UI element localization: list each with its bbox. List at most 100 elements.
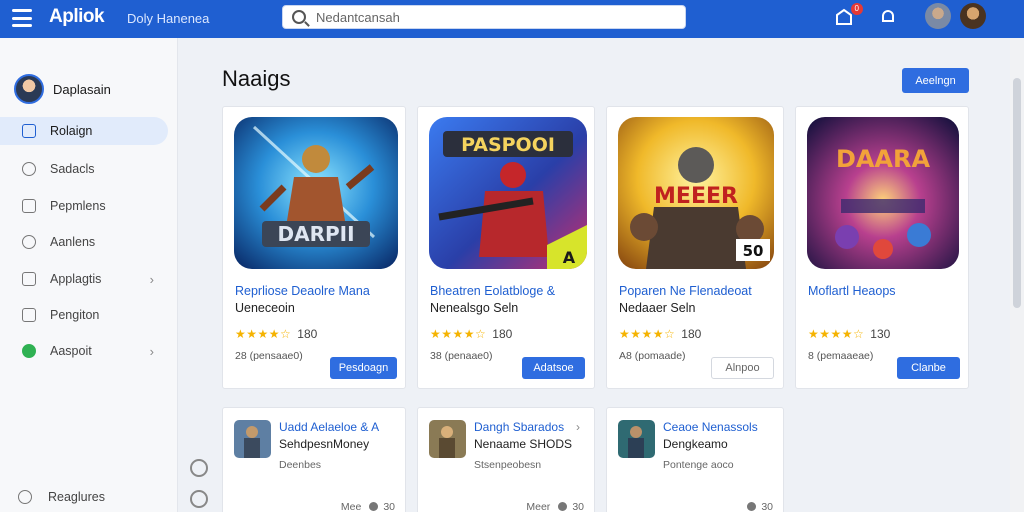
list-item[interactable]: Ceaoe Nenassols Dengkeamo Pontenge aoco …: [606, 407, 784, 512]
sidebar-item-label: Pepmlens: [50, 199, 106, 213]
rating-stars: ★★★★☆: [619, 327, 676, 341]
sidebar: Daplasain Rolaign Sadacls Pepmlens Aanle…: [0, 38, 178, 512]
sidebar-item-5[interactable]: Pengiton: [0, 301, 168, 329]
sidebar-item-1[interactable]: Sadacls: [0, 155, 168, 183]
app-card[interactable]: MEEER 50 Poparen Ne Flenadeoat Nedaaer S…: [606, 106, 784, 389]
app-meta: Stsenpeobesn: [474, 459, 542, 471]
artwork-badge: 50: [743, 242, 764, 260]
app-meta: Pontenge aoco: [663, 459, 734, 471]
search-box[interactable]: [282, 5, 686, 29]
search-icon: [292, 10, 306, 24]
game-thumbnail-icon: [618, 420, 655, 458]
game-artwork-icon: DARPII: [234, 117, 398, 269]
install-button[interactable]: Adatsoe: [522, 357, 585, 379]
game-artwork-icon: MEEER 50: [618, 117, 774, 269]
item-footer: 30: [739, 501, 773, 512]
chevron-right-icon[interactable]: ›: [576, 420, 580, 434]
artwork-text: MEEER: [654, 184, 738, 209]
app-artwork[interactable]: DAARA: [807, 117, 959, 269]
help-icon: [18, 490, 32, 504]
footer-count: 30: [383, 501, 395, 512]
sidebar-item-label: Sadacls: [50, 162, 95, 176]
app-meta: Deenbes: [279, 459, 322, 471]
sidebar-item-2[interactable]: Pepmlens: [0, 192, 168, 220]
app-title[interactable]: Ceaoe Nenassols: [663, 420, 758, 434]
app-subtitle: Nenealsgo Seln: [430, 301, 519, 315]
app-artwork[interactable]: MEEER 50: [618, 117, 774, 269]
app-title[interactable]: Reprliose Deaolre Mana: [235, 284, 370, 298]
list-item[interactable]: Uadd Aelaeloe & A SehdpesnMoney Deenbes …: [222, 407, 406, 512]
chevron-right-icon: ›: [149, 343, 154, 359]
artwork-badge: A: [563, 248, 576, 267]
app-title[interactable]: Dangh Sbarados: [474, 420, 564, 434]
bell-icon[interactable]: [877, 7, 899, 29]
search-input[interactable]: [316, 9, 676, 25]
app-card[interactable]: DAARA Moflartl Heaops ★★★★☆ 130 8 (pemaae…: [795, 106, 969, 389]
chat-icon[interactable]: [190, 490, 208, 508]
user-avatar[interactable]: [960, 3, 986, 29]
profile[interactable]: Daplasain: [14, 74, 111, 104]
app-artwork[interactable]: DARPII: [234, 117, 398, 269]
top-bar: Apliok Doly Hanenea 0: [0, 0, 1024, 38]
rating: ★★★★☆ 180: [235, 327, 317, 341]
secondary-avatar[interactable]: [925, 3, 951, 29]
rating: ★★★★☆ 130: [808, 327, 890, 341]
rating-stars: ★★★★☆: [430, 327, 487, 341]
app-card[interactable]: PASPOOI A Bheatren Eolatbloge & Nenealsg…: [417, 106, 595, 389]
sidebar-footer-label: Reaglures: [48, 490, 105, 504]
rating-count: 180: [681, 327, 702, 341]
app-title[interactable]: Bheatren Eolatbloge &: [430, 284, 555, 298]
avatar: [14, 74, 44, 104]
app-brand[interactable]: Apliok: [49, 6, 105, 28]
install-button[interactable]: Alnpoo: [711, 357, 774, 379]
app-subtitle: Dengkeamo: [663, 437, 728, 451]
notification-badge: 0: [850, 3, 863, 15]
artwork-text: DAARA: [836, 145, 931, 173]
store-icon[interactable]: 0: [833, 3, 863, 29]
doc-icon: [22, 272, 36, 286]
status-icon: [369, 502, 379, 511]
app-title[interactable]: Moflartl Heaops: [808, 284, 896, 298]
game-artwork-icon: DAARA: [807, 117, 959, 269]
breadcrumb[interactable]: Doly Hanenea: [127, 11, 209, 26]
app-meta: 38 (penaae0): [430, 350, 493, 362]
sidebar-item-3[interactable]: Aanlens: [0, 228, 168, 256]
link-icon[interactable]: [190, 459, 208, 477]
sidebar-item-4[interactable]: Applagtis ›: [0, 265, 168, 293]
sidebar-item-6[interactable]: Aaspoit ›: [0, 337, 168, 365]
app-subtitle: Ueneceoin: [235, 301, 295, 315]
app-subtitle: Nenaame SHODS: [474, 437, 573, 451]
primary-action-button[interactable]: Aeelngn: [902, 68, 969, 93]
install-button[interactable]: Clanbe: [897, 357, 960, 379]
file-icon: [22, 308, 36, 322]
item-footer: Mee 30: [341, 501, 395, 512]
sidebar-item-label: Aanlens: [50, 235, 96, 249]
sidebar-item-label: Aaspoit: [50, 344, 92, 358]
app-thumbnail: [618, 420, 655, 458]
chevron-right-icon: ›: [149, 271, 154, 287]
game-thumbnail-icon: [429, 420, 466, 458]
home-icon: [22, 124, 36, 138]
artwork-text: DARPII: [277, 222, 354, 246]
app-card[interactable]: DARPII Reprliose Deaolre Mana Ueneceoin …: [222, 106, 406, 389]
android-icon: [22, 344, 36, 358]
game-artwork-icon: PASPOOI A: [429, 117, 587, 269]
menu-icon[interactable]: [12, 9, 32, 27]
sidebar-footer[interactable]: Reaglures: [18, 490, 105, 504]
install-button[interactable]: Pesdoagn: [330, 357, 397, 379]
app-title[interactable]: Poparen Ne Flenadeoat: [619, 284, 752, 298]
rating-count: 130: [870, 327, 891, 341]
app-thumbnail: [234, 420, 271, 458]
sidebar-item-label: Pengiton: [50, 308, 100, 322]
app-artwork[interactable]: PASPOOI A: [429, 117, 587, 269]
list-item[interactable]: Dangh Sbarados › Nenaame SHODS Stsenpeob…: [417, 407, 595, 512]
sidebar-item-0[interactable]: Rolaign: [0, 117, 168, 145]
app-title[interactable]: Uadd Aelaeloe & A: [279, 420, 379, 434]
artwork-text: PASPOOI: [461, 134, 555, 156]
scrollbar-thumb[interactable]: [1013, 78, 1021, 308]
scrollbar[interactable]: [1010, 38, 1024, 512]
app-thumbnail: [429, 420, 466, 458]
chat-icon: [22, 199, 36, 213]
footer-count: 30: [761, 501, 773, 512]
app-meta: 8 (pemaaeae): [808, 350, 874, 362]
